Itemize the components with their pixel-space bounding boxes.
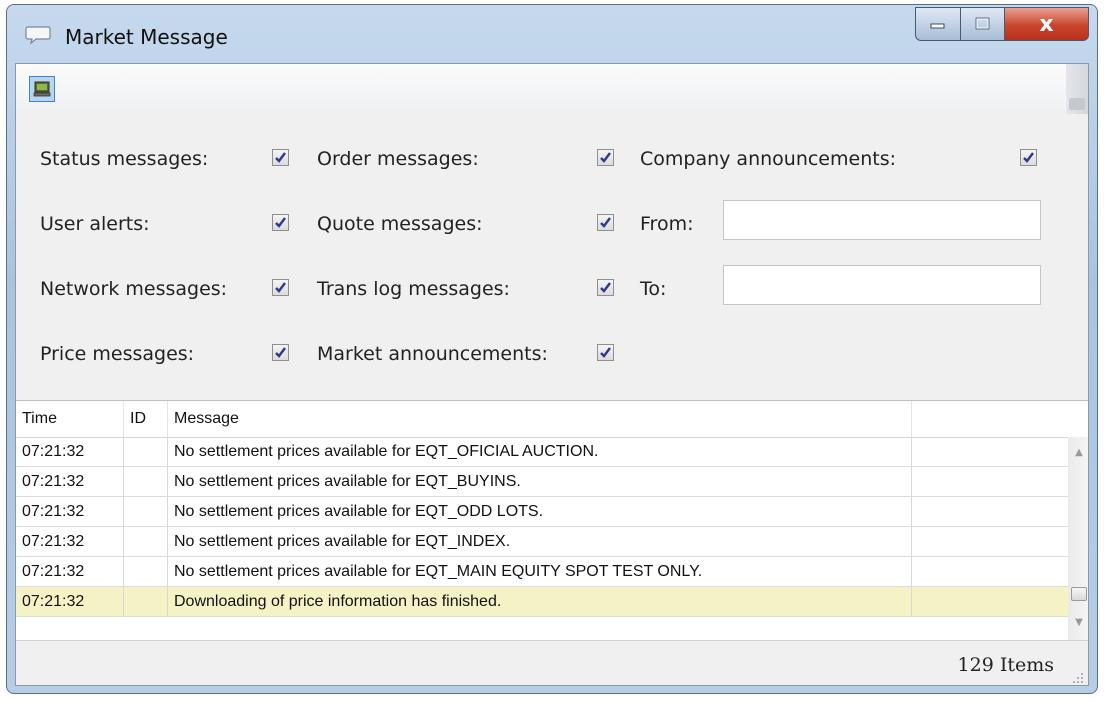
- maximize-icon: [975, 17, 989, 30]
- checkmark-icon: [275, 152, 286, 163]
- window-title: Market Message: [65, 25, 228, 49]
- scroll-up-icon[interactable]: ▲: [1068, 443, 1088, 463]
- cell-message: No settlement prices available for EQT_I…: [168, 527, 912, 556]
- checkmark-icon: [600, 217, 611, 228]
- cell-extra: [912, 527, 1068, 556]
- caption-buttons: x: [915, 7, 1089, 43]
- filter-panel: Status messages: User alerts: Network me…: [16, 114, 1088, 400]
- cell-id: [124, 467, 168, 496]
- column-header-message[interactable]: Message: [168, 401, 912, 437]
- column-header-id[interactable]: ID: [124, 401, 168, 437]
- network-messages-label: Network messages:: [40, 278, 228, 300]
- checkmark-icon: [275, 217, 286, 228]
- user-alerts-label: User alerts:: [40, 213, 150, 235]
- close-button[interactable]: x: [1005, 7, 1089, 41]
- cell-time: 07:21:32: [16, 467, 124, 496]
- checkmark-icon: [600, 347, 611, 358]
- cell-time: 07:21:32: [16, 437, 124, 466]
- table-row[interactable]: 07:21:32 No settlement prices available f…: [16, 527, 1068, 557]
- quote-messages-checkbox[interactable]: [597, 214, 614, 231]
- cell-message: No settlement prices available for EQT_M…: [168, 557, 912, 586]
- checkmark-icon: [600, 152, 611, 163]
- cell-time: 07:21:32: [16, 497, 124, 526]
- user-alerts-checkbox[interactable]: [272, 214, 289, 231]
- cell-extra: [912, 437, 1068, 466]
- close-icon: x: [1039, 11, 1054, 37]
- order-messages-label: Order messages:: [317, 148, 479, 170]
- minimize-button[interactable]: [915, 7, 961, 41]
- message-bubble-icon: [25, 26, 51, 45]
- monitor-button[interactable]: [29, 76, 55, 102]
- cell-time: 07:21:32: [16, 527, 124, 556]
- trans-log-messages-checkbox[interactable]: [597, 279, 614, 296]
- grid-header: Time ID Message: [16, 401, 1068, 438]
- cell-extra: [912, 497, 1068, 526]
- cell-id: [124, 527, 168, 556]
- cell-message: No settlement prices available for EQT_O…: [168, 497, 912, 526]
- minimize-icon: [930, 23, 945, 29]
- cell-message: No settlement prices available for EQT_B…: [168, 467, 912, 496]
- column-header-time[interactable]: Time: [16, 401, 124, 437]
- maximize-button[interactable]: [961, 7, 1005, 41]
- cell-message: Downloading of price information has fin…: [168, 587, 912, 616]
- status-bar: 129 Items: [16, 640, 1088, 685]
- toolbar-overflow[interactable]: [1066, 64, 1088, 114]
- from-input[interactable]: [723, 200, 1041, 240]
- cell-extra: [912, 467, 1068, 496]
- vertical-scrollbar[interactable]: ▲ ▼: [1068, 437, 1088, 641]
- title-bar[interactable]: Market Message x: [7, 5, 1097, 63]
- status-messages-label: Status messages:: [40, 148, 209, 170]
- cell-time: 07:21:32: [16, 587, 124, 616]
- order-messages-checkbox[interactable]: [597, 149, 614, 166]
- scroll-thumb[interactable]: [1071, 587, 1087, 601]
- checkmark-icon: [1023, 152, 1034, 163]
- messages-grid: Time ID Message 07:21:32 No settlement pr…: [16, 400, 1088, 641]
- from-label: From:: [640, 213, 694, 235]
- column-header-extra[interactable]: [912, 401, 1068, 437]
- status-messages-checkbox[interactable]: [272, 149, 289, 166]
- table-row[interactable]: 07:21:32 No settlement prices available f…: [16, 467, 1068, 497]
- scroll-down-icon[interactable]: ▼: [1068, 613, 1088, 633]
- cell-id: [124, 557, 168, 586]
- price-messages-checkbox[interactable]: [272, 344, 289, 361]
- toolbar: [16, 64, 1088, 114]
- checkmark-icon: [275, 347, 286, 358]
- cell-extra: [912, 557, 1068, 586]
- cell-message: No settlement prices available for EQT_O…: [168, 437, 912, 466]
- to-input[interactable]: [723, 265, 1041, 305]
- network-messages-checkbox[interactable]: [272, 279, 289, 296]
- monitor-icon: [33, 81, 51, 97]
- checkmark-icon: [600, 282, 611, 293]
- company-announcements-checkbox[interactable]: [1020, 149, 1037, 166]
- market-message-window: Market Message x Status messages: User a…: [6, 4, 1098, 694]
- table-row[interactable]: 07:21:32 No settlement prices available f…: [16, 437, 1068, 467]
- cell-id: [124, 437, 168, 466]
- overflow-chevron-icon: [1069, 98, 1085, 110]
- cell-time: 07:21:32: [16, 557, 124, 586]
- table-row[interactable]: 07:21:32 No settlement prices available f…: [16, 497, 1068, 527]
- table-row[interactable]: 07:21:32 No settlement prices available f…: [16, 557, 1068, 587]
- checkmark-icon: [275, 282, 286, 293]
- client-area: Status messages: User alerts: Network me…: [15, 63, 1089, 686]
- cell-extra: [912, 587, 1068, 616]
- price-messages-label: Price messages:: [40, 343, 195, 365]
- cell-id: [124, 497, 168, 526]
- market-announcements-checkbox[interactable]: [597, 344, 614, 361]
- market-announcements-label: Market announcements:: [317, 343, 548, 365]
- table-row[interactable]: 07:21:32 Downloading of price information…: [16, 587, 1068, 617]
- quote-messages-label: Quote messages:: [317, 213, 483, 235]
- cell-id: [124, 587, 168, 616]
- item-count: 129 Items: [957, 654, 1054, 676]
- trans-log-messages-label: Trans log messages:: [317, 278, 510, 300]
- company-announcements-label: Company announcements:: [640, 148, 896, 170]
- resize-grip-icon[interactable]: [1070, 670, 1084, 684]
- to-label: To:: [640, 278, 667, 300]
